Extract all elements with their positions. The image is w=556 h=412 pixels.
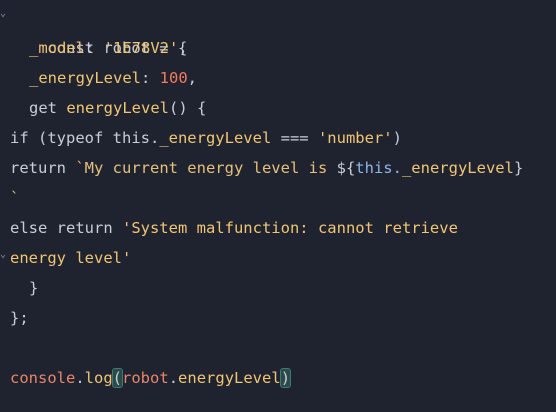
fold-arrow-icon[interactable]: ⌄ <box>0 250 8 260</box>
code-token: ) <box>392 129 402 147</box>
code-token: if (typeof this. <box>10 129 160 147</box>
code-token: energyLevel <box>66 99 169 117</box>
code-token: , <box>187 69 197 87</box>
code-token: console <box>10 369 76 387</box>
code-line-10: } <box>29 273 38 303</box>
code-token: . <box>75 369 85 387</box>
code-line-2: _model: '1E78V2', <box>29 33 188 63</box>
code-token: _energyLevel <box>159 129 272 147</box>
code-token: , <box>178 39 188 57</box>
code-line-3: _energyLevel: 100, <box>29 63 197 93</box>
code-token: () { <box>168 99 207 117</box>
code-token: else return <box>10 219 122 237</box>
code-token: `My current energy level is <box>75 159 337 177</box>
code-token: : <box>85 39 104 57</box>
code-token: _model <box>29 39 85 57</box>
code-token: energy level' <box>10 249 132 267</box>
code-token: ${ <box>336 159 356 177</box>
code-line-6: return `My current energy level is ${thi… <box>10 153 523 183</box>
code-line-11: }; <box>10 303 29 333</box>
code-token: _energyLevel <box>401 159 514 177</box>
code-token: _energyLevel <box>29 69 141 87</box>
code-line-7: ` <box>10 183 19 213</box>
code-token: 'System malfunction: cannot retrieve <box>121 219 458 237</box>
code-token: return <box>10 159 76 177</box>
code-line-4: get energyLevel() { <box>29 93 206 123</box>
code-line-5: if (typeof this._energyLevel === 'number… <box>10 123 402 153</box>
code-editor[interactable]: ⌄ const robot = { _model: '1E78V2', _ene… <box>0 0 556 412</box>
code-token: this. <box>355 159 402 177</box>
code-token: get <box>29 99 67 117</box>
code-token: robot <box>122 369 169 387</box>
code-token: } <box>513 159 524 177</box>
code-token: log <box>84 369 113 387</box>
code-line-9: energy level' <box>10 243 131 273</box>
code-token: 'number' <box>317 129 393 147</box>
code-token: }; <box>10 309 29 327</box>
code-token: === <box>271 129 318 147</box>
code-token: 100 <box>159 69 188 87</box>
code-token: : <box>140 69 160 87</box>
bracket-match-close: ) <box>279 368 292 388</box>
code-token: ` <box>10 189 20 207</box>
code-line-1: const robot = { <box>10 3 187 57</box>
fold-arrow-icon[interactable]: ⌄ <box>0 9 8 19</box>
code-token: . <box>168 369 179 387</box>
code-line-12: console.log(robot.energyLevel) <box>10 363 292 393</box>
code-token: energyLevel <box>178 369 281 387</box>
code-line-8: else return 'System malfunction: cannot … <box>10 213 458 243</box>
bracket-match-open: ( <box>111 368 124 388</box>
code-token: } <box>29 279 39 297</box>
code-token: '1E78V2' <box>103 39 179 57</box>
